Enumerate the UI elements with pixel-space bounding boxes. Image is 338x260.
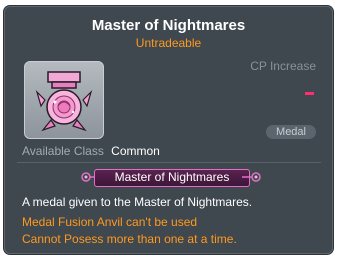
medal-title-banner: Master of Nightmares (78, 166, 264, 188)
pink-rose-medal-icon (35, 71, 93, 132)
right-ornament-icon (242, 172, 261, 182)
available-class-value: Common (111, 144, 160, 158)
item-type-badge: Medal (266, 125, 316, 139)
item-note: Medal Fusion Anvil can't be used (22, 215, 198, 229)
item-tooltip: Master of Nightmares Untradeable CP Incr… (4, 6, 333, 254)
available-class-row: Available Class Common (22, 144, 160, 158)
item-title: Master of Nightmares (91, 17, 246, 34)
trade-status: Untradeable (135, 36, 202, 50)
medal-title-text: Master of Nightmares (114, 170, 230, 184)
item-icon-frame (24, 61, 104, 139)
item-note: Cannot Posess more than one at a time. (22, 232, 237, 246)
divider (17, 162, 321, 163)
item-description: A medal given to the Master of Nightmare… (22, 195, 253, 209)
available-class-label: Available Class (22, 144, 104, 158)
cp-increase-indicator (305, 92, 314, 95)
cp-increase-label: CP Increase (250, 59, 316, 73)
